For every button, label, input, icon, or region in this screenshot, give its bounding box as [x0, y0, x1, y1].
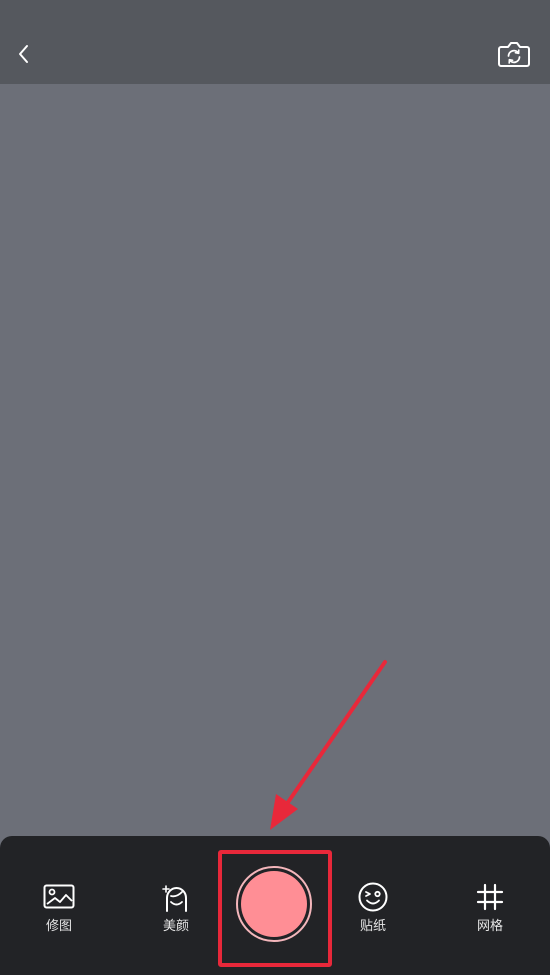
camera-switch-icon [498, 42, 530, 67]
grid-label: 网格 [476, 919, 503, 934]
sticker-label: 贴纸 [359, 919, 386, 934]
camera-viewfinder[interactable] [0, 84, 550, 836]
edit-photo-button[interactable]: 修图 [29, 880, 89, 940]
sticker-button[interactable]: 贴纸 [343, 880, 403, 940]
beauty-label: 美颜 [162, 919, 189, 934]
switch-camera-button[interactable] [494, 34, 534, 74]
grid-icon [473, 880, 507, 914]
top-bar [0, 0, 550, 84]
grid-button[interactable]: 网格 [460, 880, 520, 940]
beauty-button[interactable]: 美颜 [146, 880, 206, 940]
image-edit-icon [42, 880, 76, 914]
beauty-face-icon [159, 880, 193, 914]
sticker-icon [356, 880, 390, 914]
shutter-button[interactable] [236, 866, 312, 942]
shutter-inner [241, 871, 307, 937]
back-button[interactable] [8, 34, 40, 74]
chevron-left-icon [19, 45, 28, 63]
edit-photo-label: 修图 [45, 919, 72, 934]
